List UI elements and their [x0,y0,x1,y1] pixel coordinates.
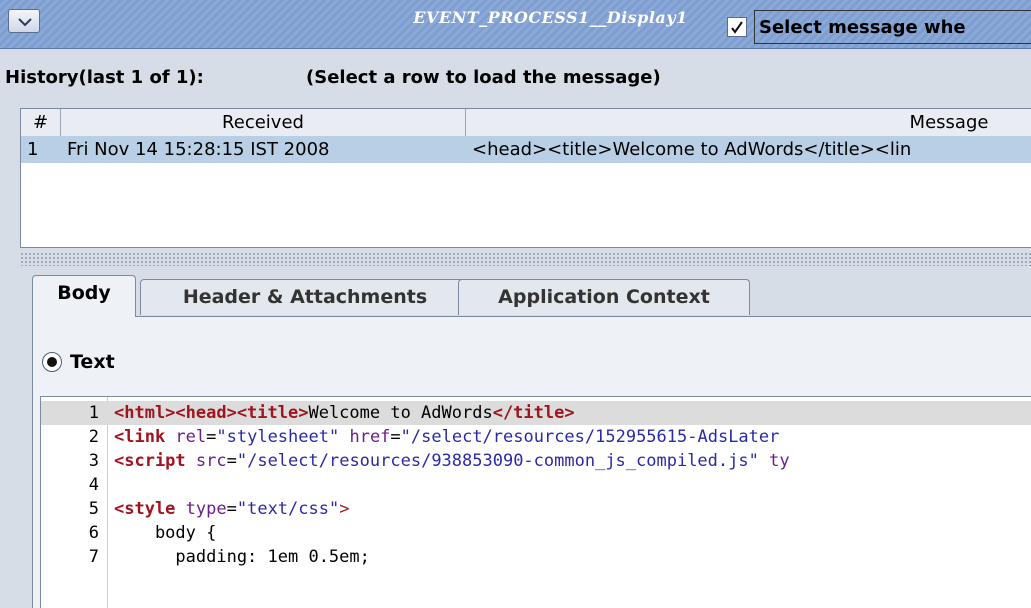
line-number: 3 [88,451,99,471]
column-header-message[interactable]: Message [466,109,1031,136]
auto-select-checkbox[interactable] [727,17,747,37]
code-token: src [195,451,227,471]
line-number: 2 [88,427,99,447]
table-row[interactable]: 1 Fri Nov 14 15:28:15 IST 2008 <head><ti… [21,136,1031,163]
checkmark-icon [731,21,743,34]
code-token: <script [114,451,196,471]
code-token: Welcome to AdWords [308,403,493,423]
text-format-label[interactable]: Text [70,351,115,373]
code-token: ty [769,451,790,471]
line-number: 7 [88,547,99,567]
code-text: <script src="/select/resources/938853090… [114,451,790,471]
code-token: body { [114,523,217,543]
tab-application-context[interactable]: Application Context [458,279,750,315]
code-token: <html><head><title> [114,403,309,423]
code-editor[interactable]: 1 <html><head><title>Welcome to AdWords</… [40,396,1031,608]
column-header-received[interactable]: Received [61,109,466,136]
code-token: > [339,499,350,519]
code-text: <html><head><title>Welcome to AdWords</t… [114,403,575,423]
code-token: "text/css" [236,499,340,519]
code-text: padding: 1em 0.5em; [114,547,370,567]
text-format-radio[interactable] [42,352,62,372]
code-token: = [226,499,237,519]
code-line[interactable]: 1 <html><head><title>Welcome to AdWords</… [41,401,1031,425]
code-line[interactable]: 4 [41,473,1031,497]
auto-select-label[interactable]: Select message whe [754,10,1031,44]
code-token: </title> [492,403,575,423]
tab-header-attachments[interactable]: Header & Attachments [140,279,470,315]
code-token: "stylesheet" [216,427,340,447]
code-token: padding: 1em 0.5em; [114,547,370,567]
history-toolbar: History(last 1 of 1): (Select a row to l… [0,49,1031,109]
column-header-index[interactable]: # [21,109,61,136]
row-message: <head><title>Welcome to AdWords</title><… [472,139,912,160]
code-token: rel [175,427,207,447]
row-received: Fri Nov 14 15:28:15 IST 2008 [67,139,330,160]
row-index: 1 [27,139,39,160]
code-token: <link [114,427,176,447]
tab-body[interactable]: Body [32,275,136,317]
code-token: = [226,451,237,471]
code-line[interactable]: 5 <style type="text/css"> [41,497,1031,521]
code-line[interactable]: 3 <script src="/select/resources/93885309… [41,449,1031,473]
code-line[interactable]: 6 body { [41,521,1031,545]
line-number: 6 [88,523,99,543]
history-label: History(last 1 of 1): [5,67,204,88]
code-token: href [349,427,391,447]
code-token: = [206,427,217,447]
split-pane-divider[interactable] [20,252,1031,266]
tab-bar: Body Header & Attachments Application Co… [20,275,1031,317]
line-number: 5 [88,499,99,519]
code-text: <style type="text/css"> [114,499,349,519]
line-number: 1 [88,403,99,423]
table-header: # Received Message [21,109,1031,137]
history-hint: (Select a row to load the message) [306,67,661,88]
code-line[interactable]: 7 padding: 1em 0.5em; [41,545,1031,569]
code-text: <link rel="stylesheet" href="/select/res… [114,427,779,447]
code-token: type [185,499,227,519]
code-token: = [390,427,401,447]
line-number: 4 [88,475,99,495]
code-text: body { [114,523,216,543]
code-token: "/select/resources/938853090-common_js_c… [236,451,759,471]
history-table: # Received Message 1 Fri Nov 14 15:28:15… [20,108,1031,248]
code-line[interactable]: 2 <link rel="stylesheet" href="/select/re… [41,425,1031,449]
code-token: <style [114,499,186,519]
code-token: "/select/resources/152955615-AdsLater [400,427,780,447]
